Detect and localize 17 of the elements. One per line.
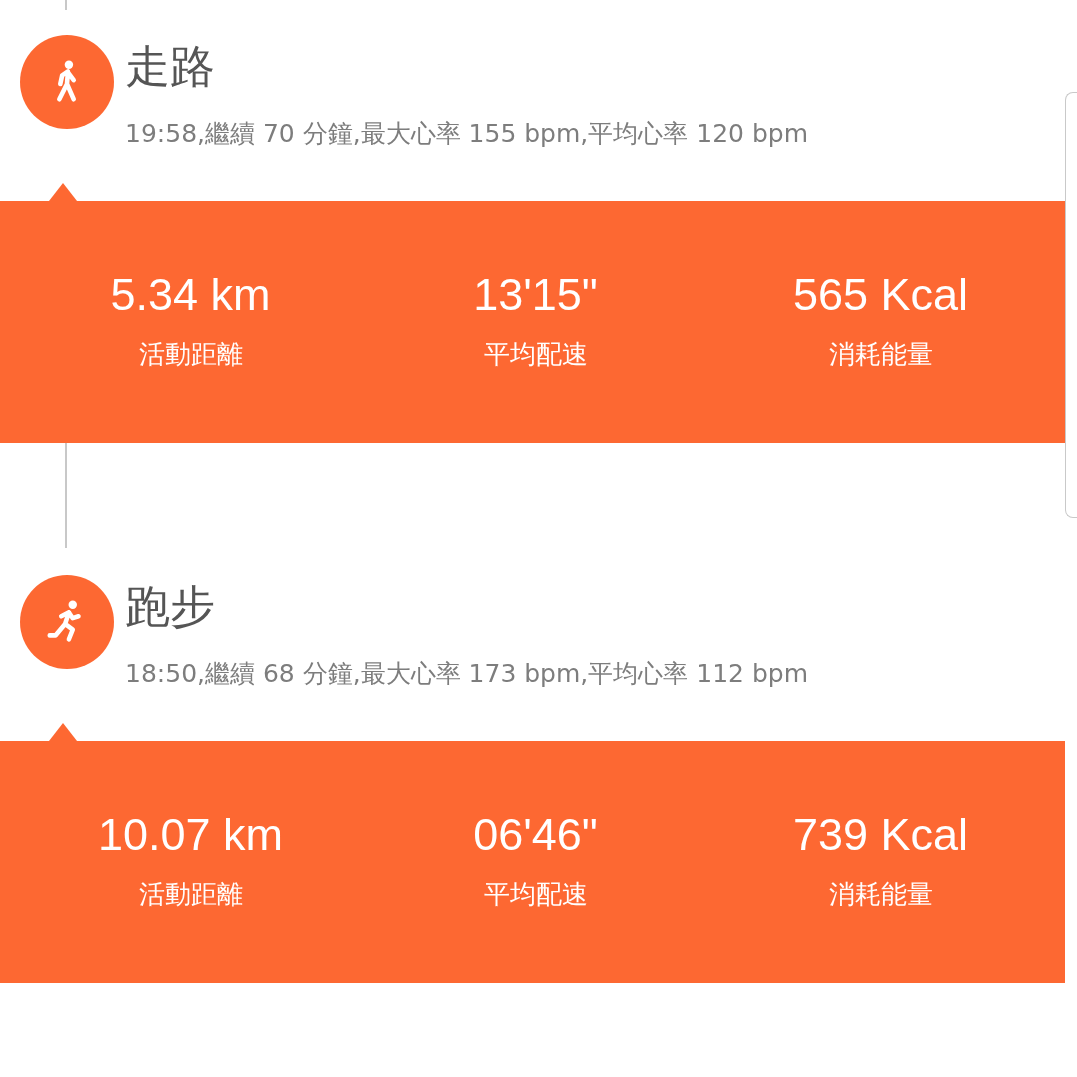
stat-label: 消耗能量 [828, 338, 933, 371]
stat-value: 739 Kcal [792, 808, 969, 862]
stat-label: 平均配速 [483, 878, 588, 911]
stat-value: 5.34 km [110, 268, 271, 322]
activity-summary: 18:50,繼續 68 分鐘,最大心率 173 bpm,平均心率 112 bpm [125, 658, 808, 690]
stat-value: 565 Kcal [792, 268, 969, 322]
stat-label: 活動距離 [138, 338, 243, 371]
stat-label: 消耗能量 [828, 878, 933, 911]
activity-summary: 19:58,繼續 70 分鐘,最大心率 155 bpm,平均心率 120 bpm [125, 118, 808, 150]
stat-label: 平均配速 [483, 338, 588, 371]
activity-title: 跑步 [125, 579, 215, 635]
stat-value: 13'15" [473, 268, 598, 322]
activity-title: 走路 [125, 39, 215, 95]
stat-value: 06'46" [473, 808, 598, 862]
stat-label: 活動距離 [138, 878, 243, 911]
stat-value: 10.07 km [97, 808, 284, 862]
scrollbar[interactable] [1065, 92, 1077, 518]
